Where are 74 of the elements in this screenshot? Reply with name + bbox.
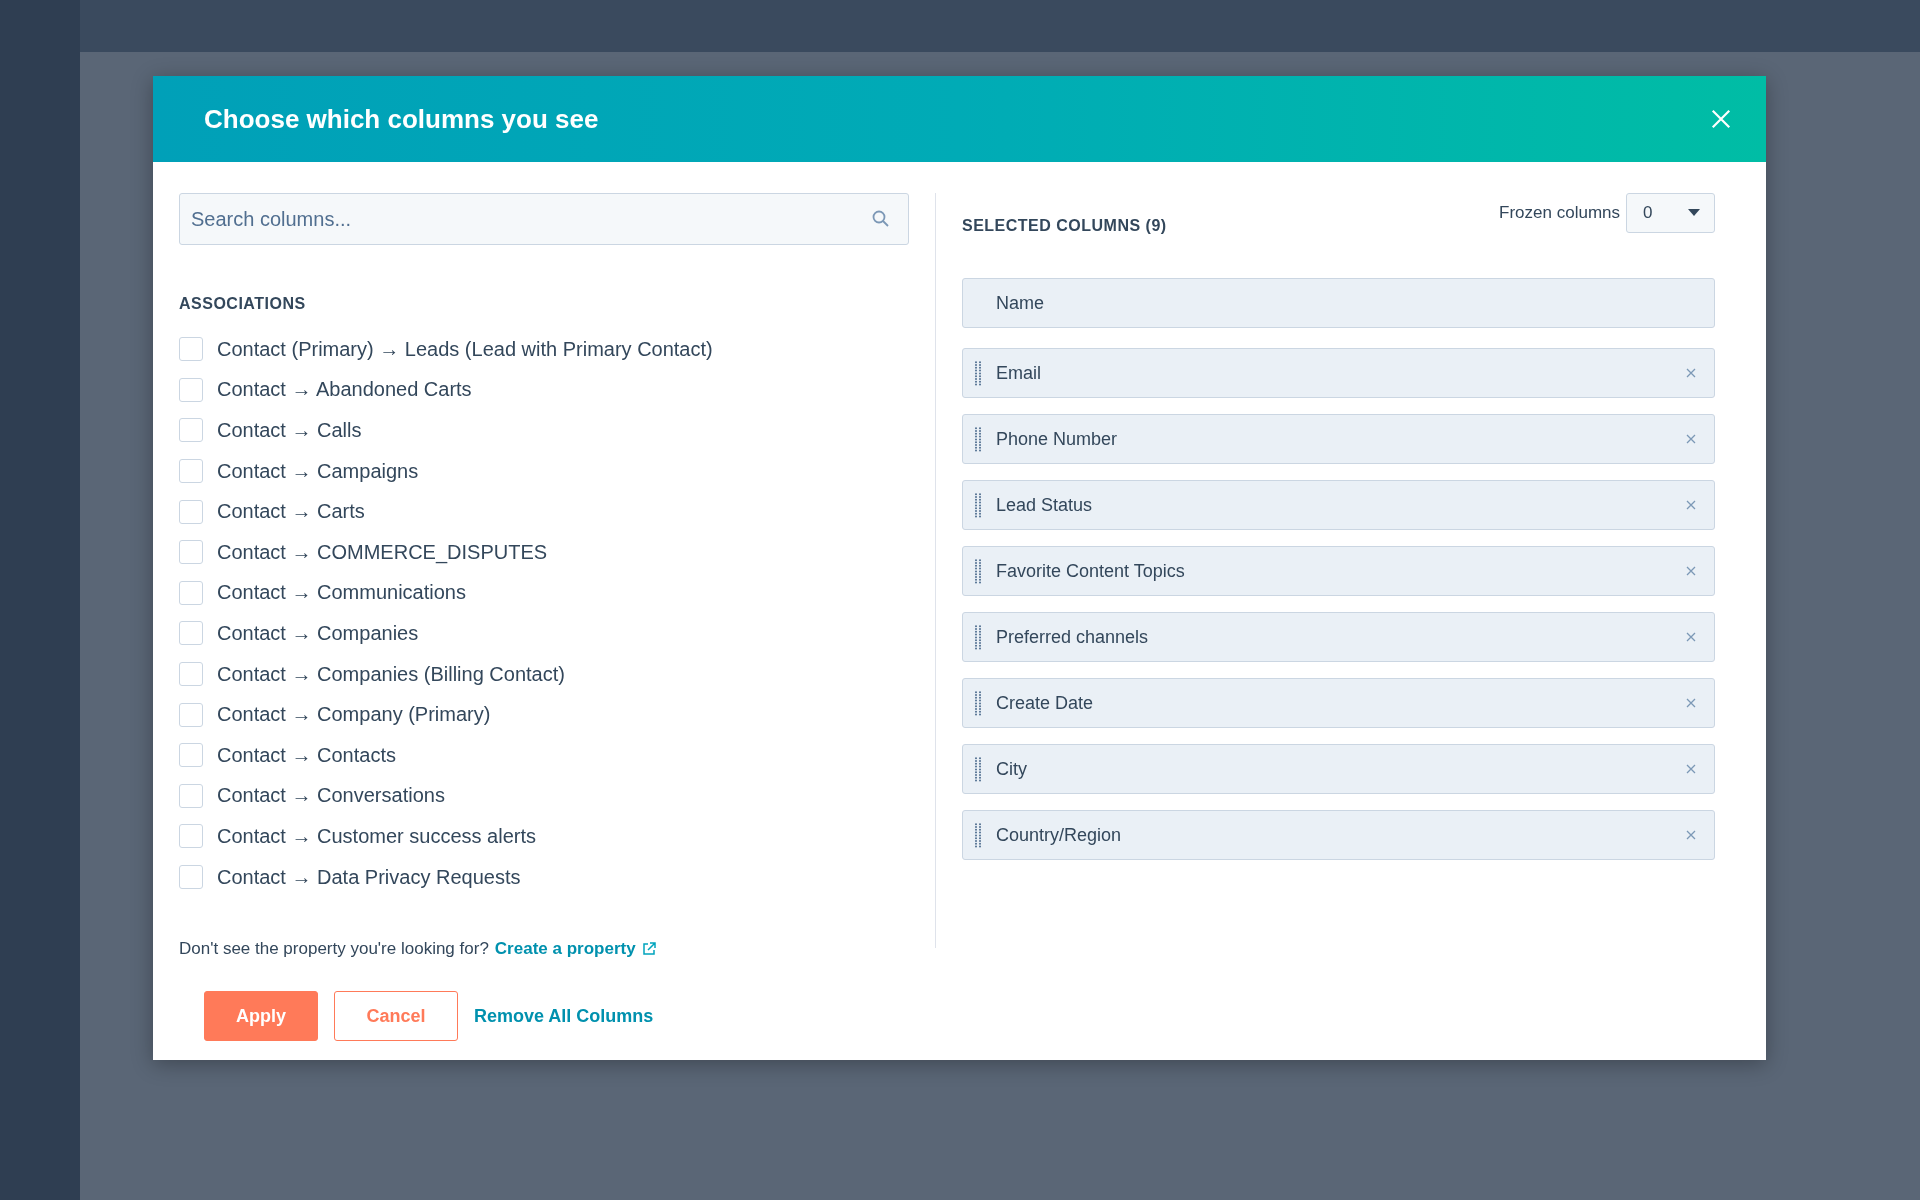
help-text: Don't see the property you're looking for? — [179, 939, 489, 960]
option-label[interactable]: Contact (Primary) → Leads (Lead with Primary Contact) — [217, 337, 713, 361]
option-label[interactable]: Contact → Data Privacy Requests — [217, 865, 521, 889]
option-label[interactable]: Contact → Contacts — [217, 743, 396, 767]
checkbox[interactable] — [179, 377, 203, 402]
column-chip[interactable]: Email — [962, 348, 1715, 398]
column-label: Name — [996, 292, 1045, 314]
column-label: Phone Number — [996, 428, 1119, 450]
option-label[interactable]: Contact → Communications — [217, 581, 466, 605]
option-label[interactable]: Contact → Carts — [217, 500, 365, 524]
drag-handle-icon[interactable] — [974, 756, 982, 782]
column-chip[interactable]: City — [962, 744, 1715, 794]
create-property-link[interactable]: Create a property — [494, 939, 636, 960]
drag-handle-icon[interactable] — [974, 624, 982, 650]
remove-icon[interactable] — [1686, 500, 1696, 510]
drag-handle-icon[interactable] — [974, 690, 982, 716]
column-chip[interactable]: Favorite Content Topics — [962, 546, 1715, 596]
checkbox[interactable] — [179, 662, 203, 687]
column-label: Country/Region — [996, 824, 1123, 846]
remove-icon[interactable] — [1686, 434, 1696, 444]
remove-icon[interactable] — [1686, 566, 1696, 576]
section-heading: ASSOCIATIONS — [179, 295, 306, 313]
drag-handle-icon[interactable] — [974, 492, 982, 518]
search-icon — [871, 209, 891, 229]
checkbox[interactable] — [179, 580, 203, 605]
remove-all-columns-button[interactable]: Remove All Columns — [474, 991, 654, 1042]
column-label: Lead Status — [996, 494, 1094, 516]
drag-handle-icon[interactable] — [974, 426, 982, 452]
checkbox[interactable] — [179, 499, 203, 524]
column-label: Preferred channels — [996, 626, 1150, 648]
checkbox[interactable] — [179, 702, 203, 727]
checkbox[interactable] — [179, 337, 203, 362]
checkbox[interactable] — [179, 621, 203, 646]
column-chip[interactable]: Country/Region — [962, 810, 1715, 860]
frozen-columns-dropdown[interactable]: 0 — [1626, 193, 1715, 233]
option-label[interactable]: Contact → Abandoned Carts — [217, 378, 472, 402]
option-label[interactable]: Contact → Conversations — [217, 784, 445, 808]
drag-handle-icon[interactable] — [974, 822, 982, 848]
column-chip[interactable]: Preferred channels — [962, 612, 1715, 662]
option-label[interactable]: Contact → Customer success alerts — [217, 824, 536, 848]
option-label[interactable]: Contact → Campaigns — [217, 459, 419, 483]
search-field[interactable]: Search columns... — [179, 193, 909, 245]
drag-handle-icon[interactable] — [974, 558, 982, 584]
option-label[interactable]: Contact → COMMERCE_DISPUTES — [217, 540, 548, 564]
checkbox[interactable] — [179, 824, 203, 849]
column-label: Favorite Content Topics — [996, 560, 1186, 582]
option-label[interactable]: Contact → Companies — [217, 621, 419, 645]
column-label: City — [996, 758, 1028, 780]
remove-icon[interactable] — [1686, 698, 1696, 708]
column-chip[interactable]: Create Date — [962, 678, 1715, 728]
checkbox[interactable] — [179, 418, 203, 443]
checkbox[interactable] — [179, 540, 203, 565]
checkbox[interactable] — [179, 743, 203, 768]
remove-icon[interactable] — [1686, 368, 1696, 378]
column-chip[interactable]: Phone Number — [962, 414, 1715, 464]
section-heading: SELECTED COLUMNS (9) — [962, 217, 1167, 235]
external-link-icon — [641, 942, 656, 957]
checkbox[interactable] — [179, 865, 203, 889]
option-label[interactable]: Contact → Companies (Billing Contact) — [217, 662, 565, 686]
caret-icon — [1688, 209, 1700, 217]
frozen-columns-label: Frozen columns — [1499, 203, 1620, 223]
dialog-title: Choose which columns you see — [204, 103, 599, 135]
close-icon[interactable] — [1710, 108, 1732, 130]
remove-icon[interactable] — [1686, 830, 1696, 840]
column-chip[interactable]: Lead Status — [962, 480, 1715, 530]
column-label: Email — [996, 362, 1042, 384]
checkbox[interactable] — [179, 783, 203, 808]
option-label[interactable]: Contact → Company (Primary) — [217, 703, 491, 727]
drag-handle-icon[interactable] — [974, 360, 982, 386]
remove-icon[interactable] — [1686, 632, 1696, 642]
column-label: Create Date — [996, 692, 1095, 714]
checkbox[interactable] — [179, 459, 203, 484]
option-label[interactable]: Contact → Calls — [217, 419, 362, 442]
remove-icon[interactable] — [1686, 764, 1696, 774]
